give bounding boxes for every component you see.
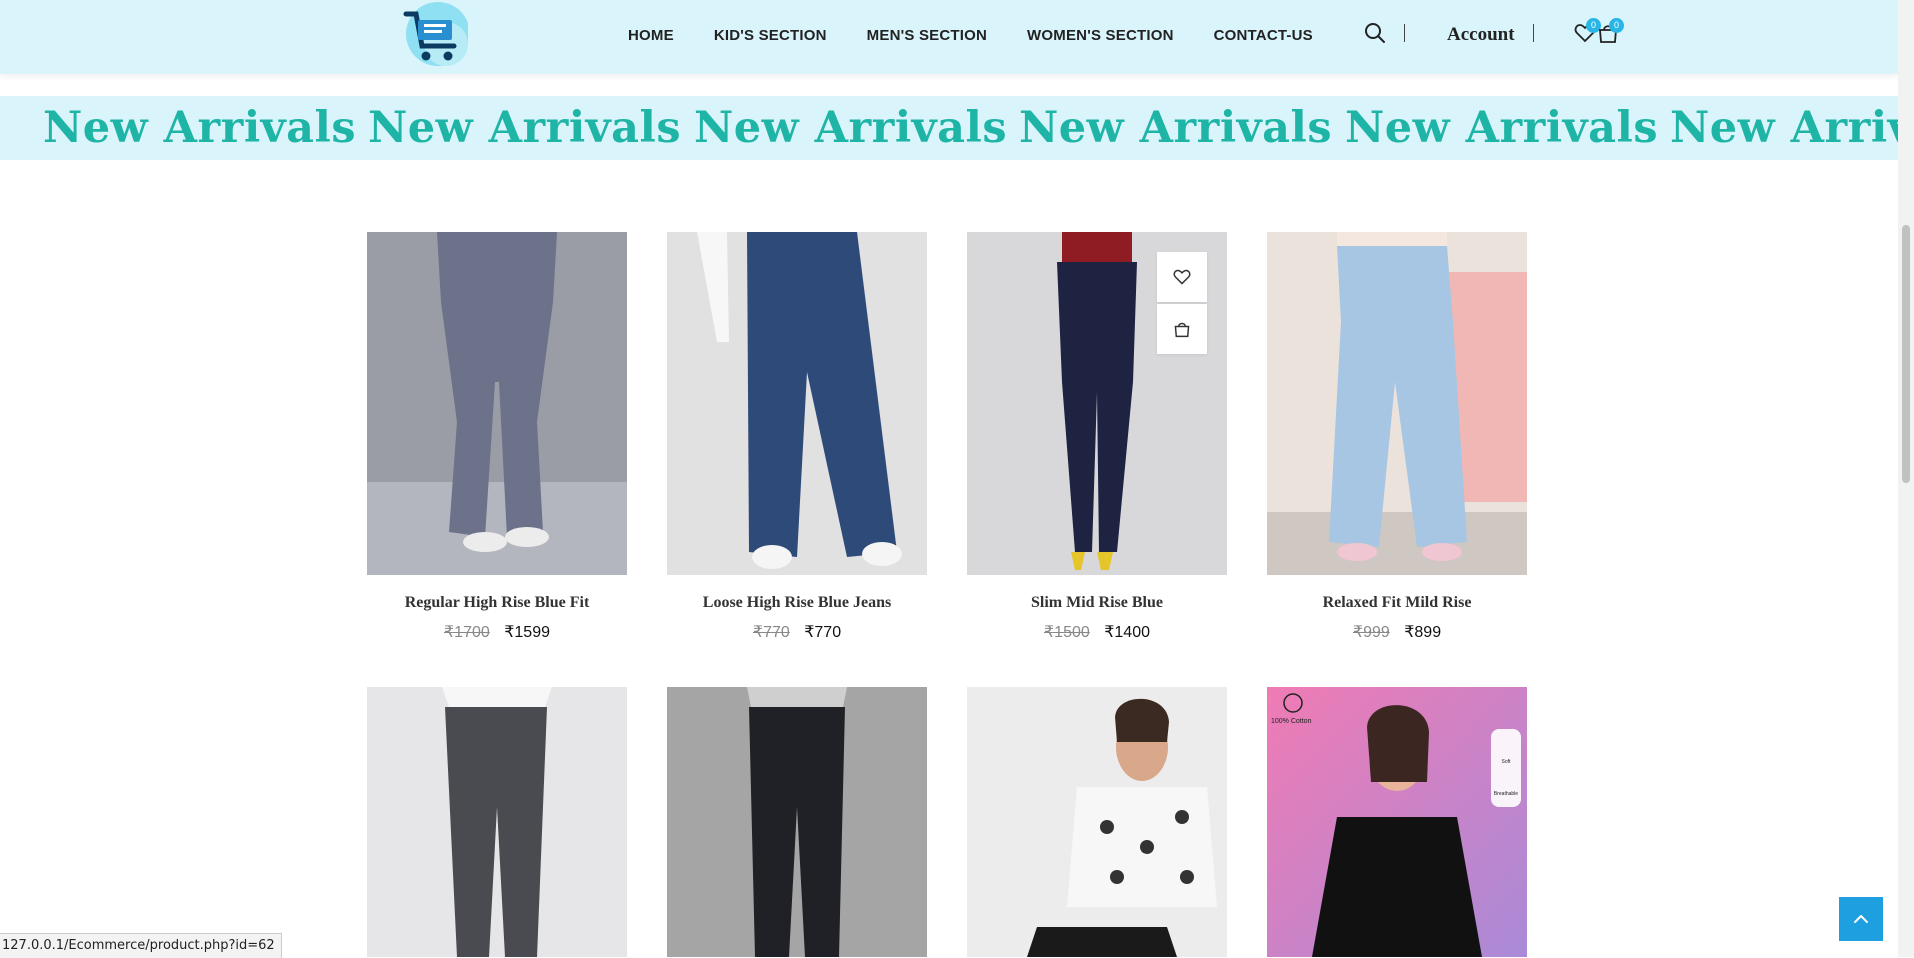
search-icon[interactable]	[1364, 22, 1386, 44]
product-price: ₹1700 ₹1599	[367, 622, 627, 642]
shopping-bag-icon	[1174, 322, 1190, 338]
header-divider	[1533, 24, 1534, 42]
product-title[interactable]: Loose High Rise Blue Jeans	[667, 594, 927, 612]
product-image[interactable]: 100% Cotton Soft Breathable	[1267, 687, 1527, 957]
product-current-price: ₹899	[1404, 624, 1442, 641]
product-old-price: ₹1700	[443, 624, 490, 641]
nav-kids-section[interactable]: KID'S SECTION	[714, 24, 827, 48]
marquee-text: New Arrivals	[1670, 103, 1898, 153]
scrollbar-thumb[interactable]	[1902, 225, 1910, 483]
cart-button[interactable]: 0	[1597, 18, 1624, 44]
product-title[interactable]: Relaxed Fit Mild Rise	[1267, 594, 1527, 612]
marquee-text: New Arrivals	[1345, 103, 1659, 153]
header-divider	[1404, 24, 1405, 42]
account-link[interactable]: Account	[1447, 24, 1515, 46]
add-to-wishlist-button[interactable]	[1157, 252, 1207, 302]
product-old-price: ₹999	[1352, 624, 1390, 641]
back-to-top-button[interactable]	[1839, 897, 1883, 941]
cart-count-badge: 0	[1609, 18, 1624, 33]
marquee-text: New Arrivals	[1019, 103, 1333, 153]
product-image[interactable]	[1267, 232, 1527, 575]
add-to-cart-button[interactable]	[1157, 304, 1207, 354]
nav-mens-section[interactable]: MEN'S SECTION	[867, 24, 987, 48]
main-nav: HOME KID'S SECTION MEN'S SECTION WOMEN'S…	[628, 24, 1353, 48]
marquee-text: New Arrivals	[368, 103, 682, 153]
cart-logo-icon[interactable]	[400, 0, 470, 72]
product-price: ₹999 ₹899	[1267, 622, 1527, 642]
site-header: HOME KID'S SECTION MEN'S SECTION WOMEN'S…	[0, 0, 1898, 74]
product-image[interactable]	[367, 687, 627, 957]
new-arrivals-marquee: New Arrivals New Arrivals New Arrivals N…	[0, 96, 1898, 160]
nav-home[interactable]: HOME	[628, 24, 674, 48]
nav-womens-section[interactable]: WOMEN'S SECTION	[1027, 24, 1174, 48]
product-title[interactable]: Slim Mid Rise Blue	[967, 594, 1227, 612]
feature-breathable: Breathable	[1493, 791, 1519, 797]
product-current-price: ₹770	[804, 624, 842, 641]
nav-contact-us[interactable]: CONTACT-US	[1214, 24, 1313, 48]
product-image[interactable]	[967, 687, 1227, 957]
product-old-price: ₹770	[752, 624, 790, 641]
browser-status-url: 127.0.0.1/Ecommerce/product.php?id=62	[0, 933, 282, 958]
wishlist-button[interactable]: 0	[1574, 18, 1601, 44]
marquee-text: New Arrivals	[43, 103, 357, 153]
product-image[interactable]	[367, 232, 627, 575]
cotton-badge: 100% Cotton	[1271, 718, 1312, 725]
feature-soft: Soft	[1501, 759, 1511, 765]
marquee-text: New Arrivals	[694, 103, 1008, 153]
heart-icon	[1173, 269, 1191, 285]
product-price: ₹770 ₹770	[667, 622, 927, 642]
product-price: ₹1500 ₹1400	[967, 622, 1227, 642]
product-image[interactable]	[667, 687, 927, 957]
product-image[interactable]	[667, 232, 927, 575]
product-hover-actions	[1157, 252, 1207, 356]
product-current-price: ₹1599	[504, 624, 550, 641]
product-current-price: ₹1400	[1104, 624, 1150, 641]
product-title[interactable]: Regular High Rise Blue Fit	[367, 594, 627, 612]
product-old-price: ₹1500	[1043, 624, 1090, 641]
chevron-up-icon	[1854, 915, 1868, 923]
